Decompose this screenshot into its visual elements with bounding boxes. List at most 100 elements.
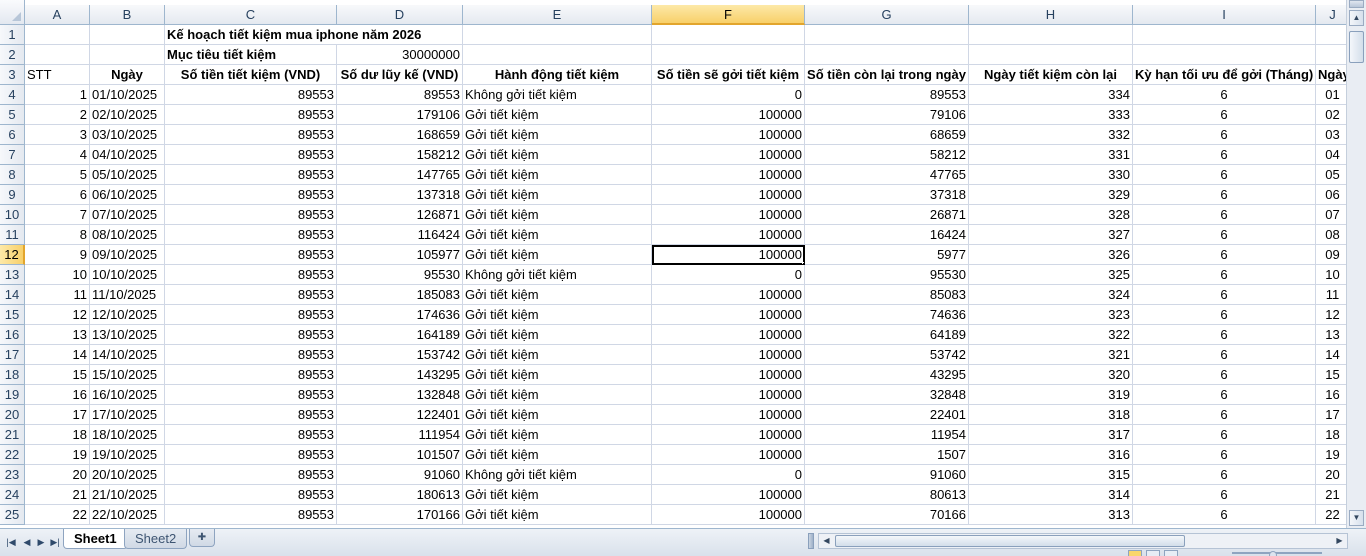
cell-e11[interactable]: Gởi tiết kiệm [463, 225, 652, 245]
cell-a24[interactable]: 21 [25, 485, 90, 505]
cell-d20[interactable]: 122401 [337, 405, 463, 425]
cell-c25[interactable]: 89553 [165, 505, 337, 525]
cell-i25[interactable]: 6 [1133, 505, 1316, 525]
cell-b12[interactable]: 09/10/2025 [90, 245, 165, 265]
horizontal-scroll-thumb[interactable] [835, 535, 1185, 547]
cell-a20[interactable]: 17 [25, 405, 90, 425]
zoom-slider[interactable] [1232, 551, 1322, 556]
cell-h19[interactable]: 319 [969, 385, 1133, 405]
cell-d19[interactable]: 132848 [337, 385, 463, 405]
cell-f18[interactable]: 100000 [652, 365, 805, 385]
column-header-i[interactable]: I [1133, 5, 1316, 25]
cell-h23[interactable]: 315 [969, 465, 1133, 485]
cell-c5[interactable]: 89553 [165, 105, 337, 125]
cell-e25[interactable]: Gởi tiết kiệm [463, 505, 652, 525]
row-header-6[interactable]: 6 [0, 125, 25, 145]
scroll-up-icon[interactable]: ▲ [1349, 10, 1364, 26]
cell-c13[interactable]: 89553 [165, 265, 337, 285]
row-header-15[interactable]: 15 [0, 305, 25, 325]
cell-d8[interactable]: 147765 [337, 165, 463, 185]
cell-b6[interactable]: 03/10/2025 [90, 125, 165, 145]
cell-a7[interactable]: 4 [25, 145, 90, 165]
cell-h15[interactable]: 323 [969, 305, 1133, 325]
cell-a19[interactable]: 16 [25, 385, 90, 405]
cell-f21[interactable]: 100000 [652, 425, 805, 445]
cell-g1[interactable] [805, 25, 969, 45]
header-f[interactable]: Số tiền sẽ gởi tiết kiệm [652, 65, 805, 85]
row-header-22[interactable]: 22 [0, 445, 25, 465]
cell-j23[interactable]: 20 [1316, 465, 1346, 485]
cell-c24[interactable]: 89553 [165, 485, 337, 505]
goal-value-cell[interactable]: 30000000 [337, 45, 463, 65]
cell-b17[interactable]: 14/10/2025 [90, 345, 165, 365]
cell-h13[interactable]: 325 [969, 265, 1133, 285]
cell-d17[interactable]: 153742 [337, 345, 463, 365]
cell-g25[interactable]: 70166 [805, 505, 969, 525]
cell-e9[interactable]: Gởi tiết kiệm [463, 185, 652, 205]
cell-c21[interactable]: 89553 [165, 425, 337, 445]
cell-e12[interactable]: Gởi tiết kiệm [463, 245, 652, 265]
cell-a17[interactable]: 14 [25, 345, 90, 365]
cell-d23[interactable]: 91060 [337, 465, 463, 485]
cell-b24[interactable]: 21/10/2025 [90, 485, 165, 505]
cell-b5[interactable]: 02/10/2025 [90, 105, 165, 125]
cell-a23[interactable]: 20 [25, 465, 90, 485]
cell-i11[interactable]: 6 [1133, 225, 1316, 245]
cell-b2[interactable] [90, 45, 165, 65]
cell-e22[interactable]: Gởi tiết kiệm [463, 445, 652, 465]
row-header-1[interactable]: 1 [0, 25, 25, 45]
plan-title-cell[interactable]: Kế hoạch tiết kiệm mua iphone năm 2026 [165, 25, 652, 45]
cell-f7[interactable]: 100000 [652, 145, 805, 165]
cell-i20[interactable]: 6 [1133, 405, 1316, 425]
header-j[interactable]: Ngày [1316, 65, 1346, 85]
cell-h1[interactable] [969, 25, 1133, 45]
cell-j14[interactable]: 11 [1316, 285, 1346, 305]
cell-d25[interactable]: 170166 [337, 505, 463, 525]
tab-sheet2[interactable]: Sheet2 [124, 529, 188, 549]
cell-b22[interactable]: 19/10/2025 [90, 445, 165, 465]
cell-j15[interactable]: 12 [1316, 305, 1346, 325]
select-all-button[interactable] [0, 0, 25, 25]
cell-c22[interactable]: 89553 [165, 445, 337, 465]
cell-d15[interactable]: 174636 [337, 305, 463, 325]
cell-e17[interactable]: Gởi tiết kiệm [463, 345, 652, 365]
row-header-5[interactable]: 5 [0, 105, 25, 125]
cell-i16[interactable]: 6 [1133, 325, 1316, 345]
cell-j11[interactable]: 08 [1316, 225, 1346, 245]
cell-c18[interactable]: 89553 [165, 365, 337, 385]
row-header-19[interactable]: 19 [0, 385, 25, 405]
cell-j2[interactable] [1316, 45, 1346, 65]
cell-g7[interactable]: 58212 [805, 145, 969, 165]
cell-g8[interactable]: 47765 [805, 165, 969, 185]
column-header-j[interactable]: J [1316, 5, 1346, 25]
cell-i22[interactable]: 6 [1133, 445, 1316, 465]
header-d[interactable]: Số dư lũy kế (VND) [337, 65, 463, 85]
cell-h24[interactable]: 314 [969, 485, 1133, 505]
cell-b1[interactable] [90, 25, 165, 45]
cell-j16[interactable]: 13 [1316, 325, 1346, 345]
row-header-7[interactable]: 7 [0, 145, 25, 165]
cell-f10[interactable]: 100000 [652, 205, 805, 225]
cell-e21[interactable]: Gởi tiết kiệm [463, 425, 652, 445]
cell-c12[interactable]: 89553 [165, 245, 337, 265]
row-header-25[interactable]: 25 [0, 505, 25, 525]
column-header-f[interactable]: F [652, 5, 805, 25]
cell-a4[interactable]: 1 [25, 85, 90, 105]
cell-i10[interactable]: 6 [1133, 205, 1316, 225]
cell-h7[interactable]: 331 [969, 145, 1133, 165]
cell-a15[interactable]: 12 [25, 305, 90, 325]
zoom-slider-knob[interactable] [1269, 551, 1277, 556]
cell-e20[interactable]: Gởi tiết kiệm [463, 405, 652, 425]
row-header-18[interactable]: 18 [0, 365, 25, 385]
cell-d24[interactable]: 180613 [337, 485, 463, 505]
cell-g20[interactable]: 22401 [805, 405, 969, 425]
cell-e14[interactable]: Gởi tiết kiệm [463, 285, 652, 305]
cell-a9[interactable]: 6 [25, 185, 90, 205]
cell-h21[interactable]: 317 [969, 425, 1133, 445]
vertical-scroll-thumb[interactable] [1349, 31, 1364, 63]
cell-f1[interactable] [652, 25, 805, 45]
cell-g9[interactable]: 37318 [805, 185, 969, 205]
cell-f4[interactable]: 0 [652, 85, 805, 105]
cell-b9[interactable]: 06/10/2025 [90, 185, 165, 205]
cell-c23[interactable]: 89553 [165, 465, 337, 485]
